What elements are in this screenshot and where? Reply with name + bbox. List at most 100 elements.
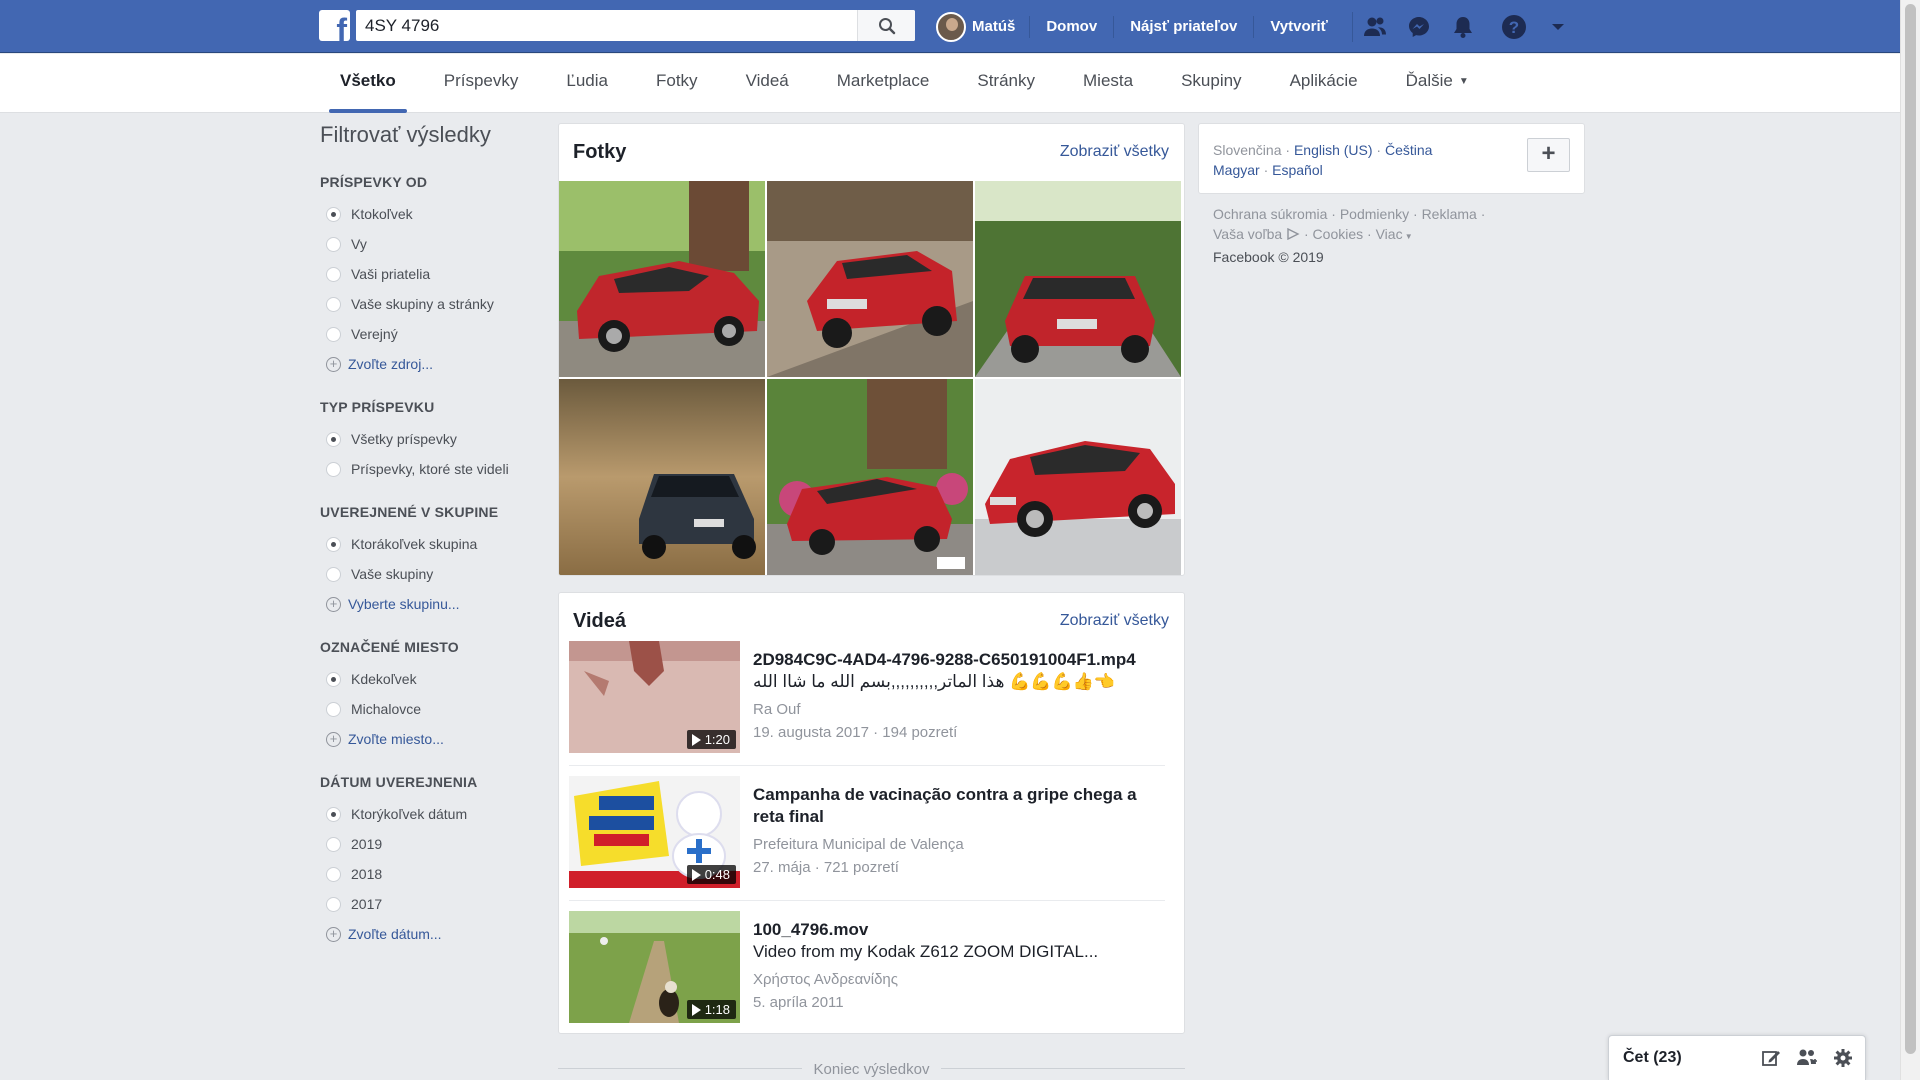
filter-option[interactable]: 2017 (320, 889, 540, 919)
search-input[interactable] (356, 10, 856, 41)
filter-option[interactable]: Michalovce (320, 694, 540, 724)
option-label: 2017 (351, 896, 383, 912)
radio-selected[interactable] (326, 671, 341, 687)
choose-date-link[interactable]: + Zvoľte dátum... (320, 919, 540, 949)
photo-thumbnail[interactable] (559, 379, 765, 575)
compose-icon[interactable] (1759, 1046, 1783, 1070)
photo-thumbnail[interactable] (767, 181, 973, 377)
chat-bar[interactable]: Čet (23) (1608, 1035, 1866, 1080)
radio[interactable] (326, 461, 341, 477)
tab-more[interactable]: Ďalšie ▼ (1382, 54, 1493, 113)
video-author[interactable]: Ra Ouf (753, 701, 1163, 718)
messenger-icon[interactable] (1404, 12, 1434, 42)
duration-text: 0:48 (704, 867, 730, 882)
tab-apps[interactable]: Aplikácie (1266, 54, 1382, 113)
video-result[interactable]: 1:20 2D984C9C-4AD4-4796-9288-C650191004F… (569, 641, 1165, 771)
filter-option[interactable]: 2019 (320, 829, 540, 859)
tab-places[interactable]: Miesta (1059, 54, 1157, 113)
filter-option[interactable]: Všetky príspevky (320, 424, 540, 454)
photo-thumbnail[interactable] (975, 379, 1181, 575)
choose-group-link[interactable]: + Vyberte skupinu... (320, 589, 540, 619)
filter-option[interactable]: Verejný (320, 319, 540, 349)
radio[interactable] (326, 701, 341, 717)
top-nav: Matúš Domov Nájsť priateľov Vytvoriť ? (936, 0, 1580, 53)
gear-icon[interactable] (1831, 1046, 1855, 1070)
radio[interactable] (326, 566, 341, 582)
footer-link[interactable]: Reklama (1422, 206, 1477, 222)
tab-people[interactable]: Ľudia (542, 54, 632, 113)
filter-option[interactable]: Kdekoľvek (320, 664, 540, 694)
radio-selected[interactable] (326, 206, 341, 222)
radio-selected[interactable] (326, 806, 341, 822)
help-icon[interactable]: ? (1499, 12, 1529, 42)
videos-see-all-link[interactable]: Zobraziť všetky (1060, 612, 1169, 630)
footer-link[interactable]: Viac (1376, 226, 1403, 242)
add-language-button[interactable]: + (1527, 138, 1570, 172)
filter-option[interactable]: Vy (320, 229, 540, 259)
tab-posts[interactable]: Príspevky (420, 54, 543, 113)
radio[interactable] (326, 266, 341, 282)
filter-option[interactable]: Ktorýkoľvek dátum (320, 799, 540, 829)
create-link[interactable]: Vytvoriť (1253, 15, 1343, 38)
video-thumbnail[interactable]: 1:18 (569, 911, 740, 1023)
choose-source-link[interactable]: + Zvoľte zdroj... (320, 349, 540, 379)
video-title[interactable]: 100_4796.mov (753, 919, 1163, 941)
video-author[interactable]: Prefeitura Municipal de Valença (753, 836, 1163, 853)
photos-see-all-link[interactable]: Zobraziť všetky (1060, 143, 1169, 161)
choose-location-link[interactable]: + Zvoľte miesto... (320, 724, 540, 754)
photo-thumbnail[interactable] (975, 181, 1181, 377)
language-link[interactable]: Español (1272, 162, 1323, 178)
radio[interactable] (326, 866, 341, 882)
video-title[interactable]: Campanha de vacinação contra a gripe che… (753, 784, 1163, 828)
home-link[interactable]: Domov (1029, 15, 1113, 38)
radio-selected[interactable] (326, 536, 341, 552)
tab-pages[interactable]: Stránky (953, 54, 1059, 113)
radio-selected[interactable] (326, 431, 341, 447)
profile-link[interactable]: Matúš (936, 11, 1029, 42)
search-button[interactable] (857, 10, 915, 41)
language-link[interactable]: Magyar (1213, 162, 1260, 178)
filter-option[interactable]: Príspevky, ktoré ste videli (320, 454, 540, 484)
friends-icon[interactable] (1360, 12, 1390, 42)
tab-groups[interactable]: Skupiny (1157, 54, 1265, 113)
filter-option[interactable]: Vaše skupiny a stránky (320, 289, 540, 319)
radio[interactable] (326, 896, 341, 912)
video-title[interactable]: 2D984C9C-4AD4-4796-9288-C650191004F1.mp4 (753, 649, 1163, 671)
caret-down-icon[interactable] (1543, 12, 1573, 42)
scrollbar-thumb[interactable] (1905, 4, 1916, 1054)
filter-option[interactable]: Vaše skupiny (320, 559, 540, 589)
photo-thumbnail[interactable] (767, 379, 973, 575)
chat-label[interactable]: Čet (23) (1623, 1049, 1682, 1067)
radio[interactable] (326, 836, 341, 852)
new-group-icon[interactable] (1795, 1046, 1819, 1070)
filter-option[interactable]: Ktorákoľvek skupina (320, 529, 540, 559)
video-result[interactable]: 1:18 100_4796.mov Video from my Kodak Z6… (569, 911, 1165, 1041)
footer-link[interactable]: Vaša voľba (1213, 226, 1282, 242)
facebook-logo[interactable]: f (319, 10, 350, 41)
radio[interactable] (326, 296, 341, 312)
footer-link[interactable]: Ochrana súkromia (1213, 206, 1327, 222)
footer-link[interactable]: Podmienky (1340, 206, 1409, 222)
footer-link[interactable]: Cookies (1313, 226, 1364, 242)
filter-option[interactable]: Ktokoľvek (320, 199, 540, 229)
tab-all[interactable]: Všetko (316, 54, 420, 113)
bell-icon[interactable] (1448, 12, 1478, 42)
filter-option[interactable]: 2018 (320, 859, 540, 889)
filter-option[interactable]: Vaši priatelia (320, 259, 540, 289)
tab-photos[interactable]: Fotky (632, 54, 722, 113)
radio[interactable] (326, 236, 341, 252)
video-thumbnail[interactable]: 1:20 (569, 641, 740, 753)
tab-marketplace[interactable]: Marketplace (813, 54, 954, 113)
language-link[interactable]: English (US) (1294, 142, 1373, 158)
video-thumbnail[interactable]: 0:48 (569, 776, 740, 888)
find-friends-link[interactable]: Nájsť priateľov (1113, 15, 1253, 38)
radio[interactable] (326, 326, 341, 342)
tab-videos[interactable]: Videá (722, 54, 813, 113)
page-scrollbar[interactable] (1900, 0, 1920, 1080)
language-link[interactable]: Čeština (1385, 142, 1432, 158)
video-author[interactable]: Χρήστος Ανδρεανίδης (753, 971, 1163, 988)
video-meta: 5. apríla 2011 (753, 994, 844, 1011)
photo-thumbnail[interactable] (559, 181, 765, 377)
ad-choices-icon[interactable] (1286, 227, 1300, 241)
video-result[interactable]: 0:48 Campanha de vacinação contra a grip… (569, 776, 1165, 906)
